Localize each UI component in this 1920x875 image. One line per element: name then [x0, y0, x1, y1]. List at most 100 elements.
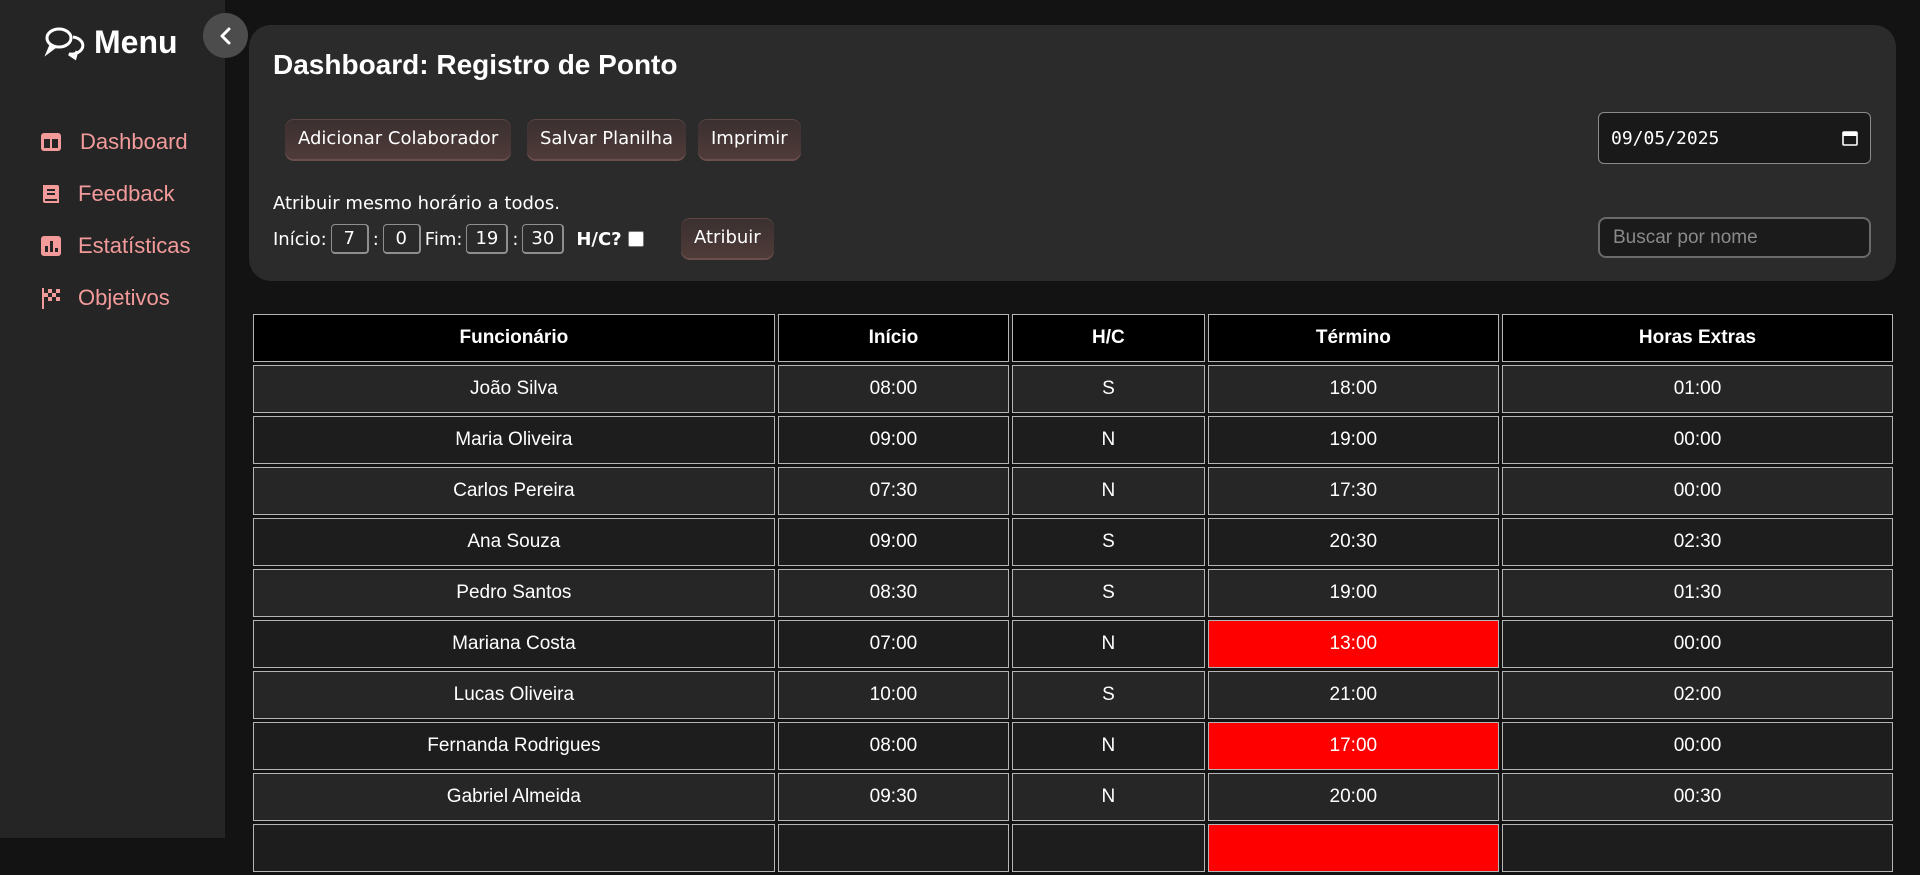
table-row: Fernanda Rodrigues 08:00 N 17:00 00:00 — [253, 722, 1893, 770]
save-sheet-button[interactable]: Salvar Planilha — [527, 119, 686, 159]
sidebar-item-objetivos[interactable]: Objetivos — [40, 272, 190, 324]
column-header-overtime: Horas Extras — [1501, 314, 1893, 362]
cell-start: 08:00 — [777, 365, 1010, 413]
cell-hc — [1012, 824, 1205, 872]
cell-hc: N — [1012, 467, 1205, 515]
cell-start: 09:00 — [777, 416, 1010, 464]
cell-start: 07:30 — [777, 467, 1010, 515]
column-header-hc: H/C — [1012, 314, 1205, 362]
cell-hc: S — [1012, 518, 1205, 566]
collapse-sidebar-button[interactable] — [203, 13, 248, 58]
cell-employee: Maria Oliveira — [253, 416, 775, 464]
cell-employee: Fernanda Rodrigues — [253, 722, 775, 770]
cell-employee: Mariana Costa — [253, 620, 775, 668]
cell-overtime: 00:00 — [1501, 722, 1893, 770]
assign-button[interactable]: Atribuir — [681, 218, 774, 258]
cell-employee: Gabriel Almeida — [253, 773, 775, 821]
cell-employee: Pedro Santos — [253, 569, 775, 617]
cell-employee: Carlos Pereira — [253, 467, 775, 515]
cell-hc: S — [1012, 365, 1205, 413]
cell-end: 19:00 — [1207, 416, 1499, 464]
table-row: Gabriel Almeida 09:30 N 20:00 00:30 — [253, 773, 1893, 821]
cell-end-alert: 13:00 — [1207, 620, 1499, 668]
assign-row: Início: 7 : 0 Fim: 19 : 30 H/C? — [273, 224, 644, 254]
cell-overtime: 00:30 — [1501, 773, 1893, 821]
column-header-end: Término — [1207, 314, 1499, 362]
sidebar-item-estatisticas[interactable]: Estatísticas — [40, 220, 190, 272]
cell-hc: N — [1012, 773, 1205, 821]
cell-overtime: 02:30 — [1501, 518, 1893, 566]
cell-end: 18:00 — [1207, 365, 1499, 413]
table-row: Ana Souza 09:00 S 20:30 02:30 — [253, 518, 1893, 566]
date-value: 09/05/2025 — [1611, 127, 1720, 149]
column-header-employee: Funcionário — [253, 314, 775, 362]
cell-start: 08:00 — [777, 722, 1010, 770]
cell-overtime: 00:00 — [1501, 467, 1893, 515]
cell-employee: Lucas Oliveira — [253, 671, 775, 719]
start-label: Início: — [273, 228, 327, 250]
hc-checkbox[interactable] — [627, 231, 644, 247]
calendar-icon — [1842, 131, 1858, 146]
table-row: Carlos Pereira 07:30 N 17:30 00:00 — [253, 467, 1893, 515]
assign-label: Atribuir mesmo horário a todos. — [273, 193, 561, 214]
sidebar-item-label: Objetivos — [78, 285, 170, 310]
cell-overtime — [1501, 824, 1893, 872]
cell-end: 20:00 — [1207, 773, 1499, 821]
end-minute-input[interactable]: 30 — [522, 224, 565, 254]
start-minute-input[interactable]: 0 — [382, 224, 421, 254]
table-row — [253, 824, 1893, 872]
cell-employee: João Silva — [253, 365, 775, 413]
cell-overtime: 02:00 — [1501, 671, 1893, 719]
sidebar-item-label: Feedback — [78, 181, 175, 206]
control-panel: Dashboard: Registro de Ponto Adicionar C… — [249, 25, 1896, 281]
cell-hc: S — [1012, 569, 1205, 617]
table-row: Maria Oliveira 09:00 N 19:00 00:00 — [253, 416, 1893, 464]
cell-start: 09:00 — [777, 518, 1010, 566]
column-header-start: Início — [777, 314, 1010, 362]
menu-title-text: Menu — [94, 24, 178, 60]
sidebar-item-dashboard[interactable]: Dashboard — [40, 116, 190, 168]
sidebar-item-label: Dashboard — [80, 129, 188, 154]
table-row: Mariana Costa 07:00 N 13:00 00:00 — [253, 620, 1893, 668]
cell-end-alert — [1207, 824, 1499, 872]
time-separator: : — [372, 228, 379, 250]
cell-hc: N — [1012, 416, 1205, 464]
sidebar: Menu Dashboard Feedback Estatísticas Obj… — [0, 0, 225, 838]
cell-start: 08:30 — [777, 569, 1010, 617]
start-hour-input[interactable]: 7 — [330, 224, 369, 254]
table-row: Lucas Oliveira 10:00 S 21:00 02:00 — [253, 671, 1893, 719]
time-separator: : — [512, 228, 519, 250]
date-picker[interactable]: 09/05/2025 — [1598, 112, 1871, 164]
cell-end: 21:00 — [1207, 671, 1499, 719]
cell-start: 09:30 — [777, 773, 1010, 821]
page-title: Dashboard: Registro de Ponto — [273, 49, 678, 80]
sidebar-item-feedback[interactable]: Feedback — [40, 168, 190, 220]
cell-employee — [253, 824, 775, 872]
cell-hc: N — [1012, 620, 1205, 668]
table-row: Pedro Santos 08:30 S 19:00 01:30 — [253, 569, 1893, 617]
add-employee-button[interactable]: Adicionar Colaborador — [285, 119, 512, 159]
cell-overtime: 00:00 — [1501, 416, 1893, 464]
cell-hc: S — [1012, 671, 1205, 719]
hc-label: H/C? — [576, 228, 622, 250]
print-button[interactable]: Imprimir — [698, 119, 801, 159]
chevron-left-icon — [220, 27, 230, 44]
dashboard-icon — [41, 133, 61, 151]
bar-chart-icon — [41, 236, 61, 256]
table-header-row: Funcionário Início H/C Término Horas Ext… — [253, 314, 1893, 362]
cell-end: 17:30 — [1207, 467, 1499, 515]
menu-title: Menu — [44, 24, 178, 61]
cell-start — [777, 824, 1010, 872]
cell-end-alert: 17:00 — [1207, 722, 1499, 770]
cell-overtime: 01:00 — [1501, 365, 1893, 413]
cell-start: 07:00 — [777, 620, 1010, 668]
end-hour-input[interactable]: 19 — [466, 224, 509, 254]
end-label: Fim: — [424, 228, 463, 250]
chat-bubbles-icon — [44, 27, 85, 60]
search-input[interactable]: Buscar por nome — [1598, 217, 1871, 258]
cell-overtime: 01:30 — [1501, 569, 1893, 617]
book-icon — [43, 185, 59, 203]
cell-hc: N — [1012, 722, 1205, 770]
cell-start: 10:00 — [777, 671, 1010, 719]
sidebar-item-label: Estatísticas — [78, 233, 191, 258]
